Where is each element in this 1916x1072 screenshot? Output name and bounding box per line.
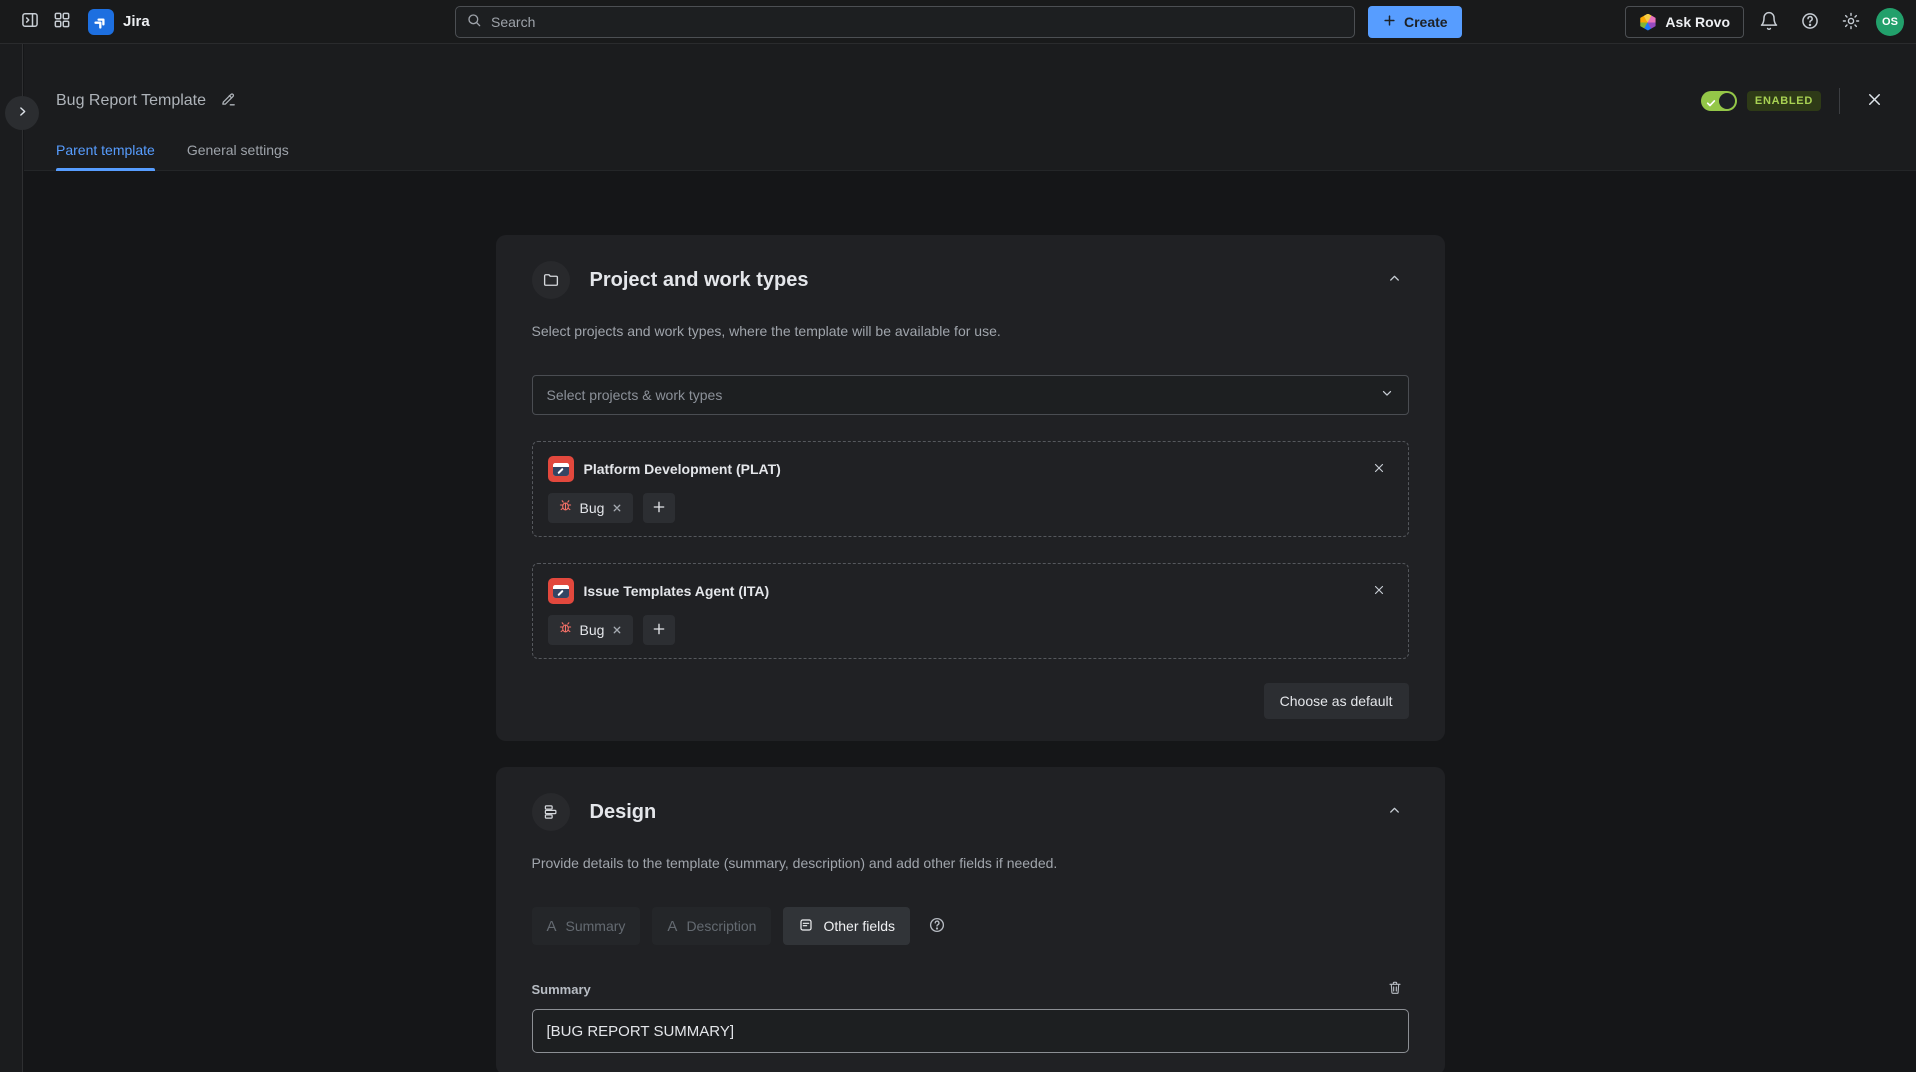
design-card-title: Design xyxy=(590,801,1361,824)
collapsed-sidebar-rail xyxy=(0,44,23,1072)
close-icon xyxy=(1865,90,1884,112)
close-icon xyxy=(1372,583,1386,600)
help-icon xyxy=(1800,11,1820,34)
close-icon xyxy=(1372,461,1386,478)
remove-project-button[interactable] xyxy=(1365,577,1393,605)
chevron-up-icon xyxy=(1387,803,1402,821)
bell-icon xyxy=(1759,11,1779,34)
topbar-right-group: Ask Rovo OS xyxy=(1625,6,1904,38)
check-icon xyxy=(1706,96,1716,111)
project-row: Issue Templates Agent (ITA) Bug xyxy=(532,563,1409,659)
template-content: Project and work types Select projects a… xyxy=(24,171,1916,1072)
sidebar-toggle-icon xyxy=(20,10,40,33)
plus-icon xyxy=(1382,13,1397,31)
plus-icon xyxy=(651,499,667,518)
ask-rovo-button[interactable]: Ask Rovo xyxy=(1625,6,1744,38)
trash-icon xyxy=(1387,980,1403,999)
search-icon xyxy=(466,12,482,33)
project-row: Platform Development (PLAT) Bug xyxy=(532,441,1409,537)
status-badge: ENABLED xyxy=(1747,91,1821,111)
choose-as-default-button[interactable]: Choose as default xyxy=(1264,683,1409,719)
description-field-button-label: Description xyxy=(686,918,756,934)
chevron-down-icon xyxy=(1380,386,1394,405)
app-switcher-button[interactable] xyxy=(46,6,78,38)
search-input[interactable] xyxy=(482,14,1344,30)
text-icon: A xyxy=(667,918,677,935)
other-fields-button[interactable]: Other fields xyxy=(783,907,910,945)
create-button[interactable]: Create xyxy=(1368,6,1462,38)
plus-icon xyxy=(651,621,667,640)
help-icon xyxy=(928,916,946,937)
gear-icon xyxy=(1841,11,1861,34)
summary-field-label: Summary xyxy=(532,982,591,997)
jira-logo-icon xyxy=(88,9,114,35)
toggle-knob xyxy=(1719,93,1735,109)
close-panel-button[interactable] xyxy=(1858,85,1890,117)
design-card-collapse-button[interactable] xyxy=(1381,798,1409,826)
notifications-button[interactable] xyxy=(1753,6,1785,38)
search-bar[interactable] xyxy=(455,6,1355,38)
create-button-label: Create xyxy=(1404,14,1448,30)
summary-field-button-label: Summary xyxy=(566,918,626,934)
chevron-right-icon xyxy=(16,105,29,121)
design-card-description: Provide details to the template (summary… xyxy=(532,855,1409,871)
bug-icon xyxy=(558,498,573,518)
project-card-title: Project and work types xyxy=(590,269,1361,292)
profile-avatar[interactable]: OS xyxy=(1876,8,1904,36)
select-placeholder: Select projects & work types xyxy=(547,387,723,403)
enabled-toggle[interactable] xyxy=(1701,91,1737,111)
template-header: Bug Report Template ENABLED Parent templ… xyxy=(24,44,1916,171)
sidebar-expand-button[interactable] xyxy=(5,96,39,130)
project-avatar xyxy=(548,578,574,604)
project-name: Issue Templates Agent (ITA) xyxy=(584,583,1355,599)
work-type-tag: Bug xyxy=(548,615,634,645)
edit-pencil-icon xyxy=(220,91,237,111)
work-type-tag: Bug xyxy=(548,493,634,523)
folder-icon xyxy=(532,261,570,299)
tab-parent-template[interactable]: Parent template xyxy=(56,142,155,170)
fields-help-button[interactable] xyxy=(928,916,946,937)
template-editor-panel: Bug Report Template ENABLED Parent templ… xyxy=(24,44,1916,1072)
app-switcher-icon xyxy=(52,10,72,33)
summary-field-button[interactable]: A Summary xyxy=(532,907,641,945)
project-work-type-select[interactable]: Select projects & work types xyxy=(532,375,1409,415)
help-button[interactable] xyxy=(1794,6,1826,38)
work-type-label: Bug xyxy=(580,500,605,516)
bug-icon xyxy=(558,620,573,640)
tab-general-settings[interactable]: General settings xyxy=(187,142,289,170)
jira-app-window: Jira Create Ask Rovo OS xyxy=(0,0,1916,1072)
project-name: Platform Development (PLAT) xyxy=(584,461,1355,477)
top-navigation-bar: Jira Create Ask Rovo OS xyxy=(0,0,1916,44)
delete-summary-field-button[interactable] xyxy=(1381,975,1409,1003)
remove-project-button[interactable] xyxy=(1365,455,1393,483)
add-work-type-button[interactable] xyxy=(643,493,675,523)
edit-title-button[interactable] xyxy=(214,87,242,115)
settings-button[interactable] xyxy=(1835,6,1867,38)
header-divider xyxy=(1839,88,1840,114)
other-fields-button-label: Other fields xyxy=(823,918,895,934)
fields-icon xyxy=(798,917,814,936)
template-tabs: Parent template General settings xyxy=(24,142,1916,171)
text-icon: A xyxy=(547,918,557,935)
design-icon xyxy=(532,793,570,831)
app-name: Jira xyxy=(123,13,150,30)
ask-rovo-label: Ask Rovo xyxy=(1665,14,1730,30)
remove-work-type-button[interactable] xyxy=(611,624,623,636)
jira-home-link[interactable]: Jira xyxy=(88,9,150,35)
rovo-icon xyxy=(1639,14,1656,31)
chevron-up-icon xyxy=(1387,271,1402,289)
design-card: Design Provide details to the template (… xyxy=(496,767,1445,1072)
project-card-description: Select projects and work types, where th… xyxy=(532,323,1409,339)
remove-work-type-button[interactable] xyxy=(611,502,623,514)
work-type-label: Bug xyxy=(580,622,605,638)
page-title: Bug Report Template xyxy=(56,92,206,110)
project-avatar xyxy=(548,456,574,482)
project-card-collapse-button[interactable] xyxy=(1381,266,1409,294)
sidebar-toggle-button[interactable] xyxy=(14,6,46,38)
summary-value-input[interactable] xyxy=(532,1009,1409,1053)
design-field-buttons: A Summary A Description Other fields xyxy=(532,907,1409,945)
project-work-types-card: Project and work types Select projects a… xyxy=(496,235,1445,741)
description-field-button[interactable]: A Description xyxy=(652,907,771,945)
add-work-type-button[interactable] xyxy=(643,615,675,645)
